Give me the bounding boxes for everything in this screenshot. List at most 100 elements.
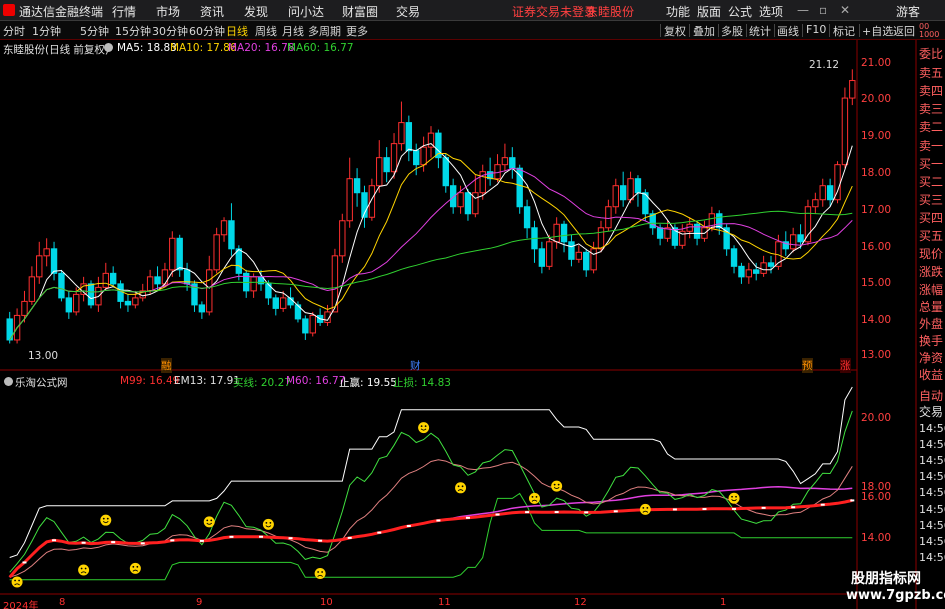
signal-eye (735, 495, 737, 498)
side-label: 卖二 (919, 120, 944, 134)
signal-eye (317, 571, 320, 573)
m99-dot (111, 541, 116, 544)
tick-time: 14:56 (919, 503, 945, 516)
candle-body (272, 297, 279, 309)
formula-settings-icon[interactable] (4, 377, 13, 386)
signal-eye (557, 483, 560, 486)
signal-eye (106, 517, 109, 520)
candle-body (538, 248, 546, 267)
x-tick: 8 (59, 597, 66, 608)
y-tick: 18.00 (861, 167, 892, 179)
candle-body (117, 283, 124, 302)
m99-dot (850, 499, 855, 502)
candle-body (235, 248, 243, 274)
event-marker-limit-up[interactable]: 涨 (840, 358, 851, 373)
y-tick: 21.00 (861, 57, 892, 69)
take-profit-line (9, 386, 853, 558)
event-marker-margin[interactable]: 融 (161, 358, 172, 373)
m99-dot (22, 561, 27, 564)
m99-dot (525, 511, 530, 514)
m99-dot (672, 508, 677, 511)
candle-body (597, 227, 605, 250)
m99-dot (259, 535, 263, 538)
candle-body (21, 300, 28, 316)
signal-eye (424, 425, 427, 428)
candle-body (501, 157, 509, 166)
y-tick: 15.00 (861, 277, 892, 289)
candle-body (154, 276, 161, 285)
candle-body (767, 262, 775, 267)
candle-body (442, 157, 449, 187)
m99-dot (170, 539, 175, 542)
side-label: 外盘 (919, 317, 944, 331)
candle-body (760, 262, 767, 274)
candle-body (36, 255, 43, 278)
candle-body (819, 185, 826, 201)
signal-eye (102, 517, 105, 520)
candle-body (87, 283, 95, 306)
signal-eye (206, 519, 209, 522)
candle-body (553, 223, 560, 243)
stop-loss-label: 止损: 14.83 (393, 377, 451, 389)
candle-body (420, 146, 427, 166)
tick-time: 14:56 (919, 438, 945, 451)
m99-dot (81, 541, 86, 544)
candle-body (605, 206, 612, 229)
signal-eye (420, 425, 423, 428)
watermark-url: www.7gpzb.com (846, 588, 945, 603)
candle-body (302, 318, 309, 334)
m99-label: M99: 16.49 (120, 375, 180, 387)
candle-body (390, 143, 398, 173)
candle-body (634, 178, 642, 194)
sub-y-tick: 16.00 (861, 491, 892, 503)
side-label: 涨幅 (919, 283, 944, 297)
m99-dot (318, 539, 323, 542)
candle-body (523, 206, 531, 229)
m99-dot (584, 511, 589, 514)
side-label: 买二 (919, 175, 944, 189)
x-tick: 2024年 (3, 601, 39, 609)
m99-dot (436, 519, 441, 522)
sell-signal-icon (455, 482, 467, 494)
candle-body (804, 206, 812, 243)
m99-dot (761, 506, 766, 509)
kline-chart[interactable] (0, 0, 945, 609)
signal-eye (531, 495, 534, 498)
candle-body (730, 248, 738, 267)
candle-body (43, 248, 50, 257)
candle-body (73, 293, 80, 313)
signal-eye (210, 519, 213, 522)
tick-time: 14:56 (919, 551, 945, 564)
candle-body (65, 297, 73, 313)
auto-trade-button[interactable]: 自动 (919, 387, 943, 404)
candle-body (206, 269, 213, 313)
event-marker-finance[interactable]: 财 (410, 358, 421, 373)
sell-signal-icon (78, 564, 90, 576)
side-label: 卖四 (919, 84, 944, 98)
high-price-label: 21.12 (809, 59, 840, 71)
candle-body (789, 234, 797, 250)
settings-icon[interactable] (104, 43, 113, 52)
buy-signal-icon (728, 492, 740, 504)
event-marker-forecast[interactable]: 预 (802, 358, 813, 373)
m99-dot (229, 535, 234, 538)
candle-body (169, 237, 176, 271)
candle-body (612, 185, 619, 208)
watermark-title: 股朋指标网 (851, 571, 921, 587)
m99-dot (702, 508, 707, 511)
sub-chart-header: 乐淘公式网 (15, 377, 68, 389)
candle-body (124, 300, 132, 306)
candle-body (568, 241, 575, 260)
signal-eye (553, 483, 556, 486)
x-tick: 12 (574, 597, 587, 608)
ma10-label: MA10: 17.86 (170, 42, 237, 54)
buy-line (9, 410, 853, 573)
signal-eye (321, 571, 324, 573)
m99-dot (820, 503, 825, 506)
candle-body (509, 157, 516, 169)
y-tick: 16.00 (861, 241, 892, 253)
side-label: 总量 (919, 300, 944, 314)
low-price-label: 13.00 (28, 350, 59, 362)
candle-body (176, 237, 183, 271)
signal-eye (457, 485, 460, 488)
